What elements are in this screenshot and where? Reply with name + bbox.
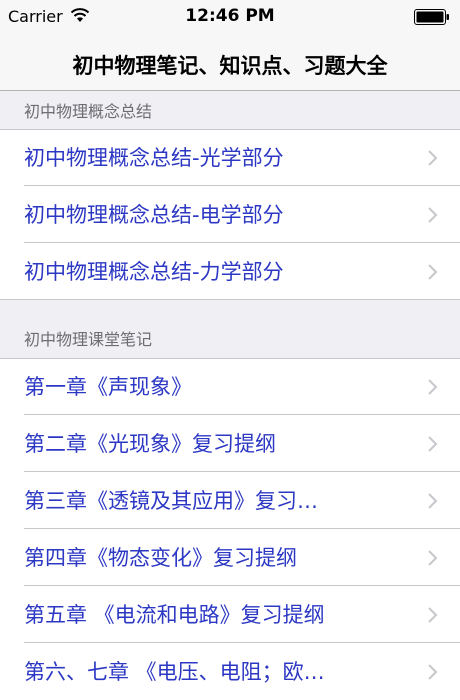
- chevron-right-icon: [428, 264, 438, 280]
- list-item[interactable]: 初中物理概念总结-电学部分: [0, 186, 460, 243]
- list-item[interactable]: 初中物理概念总结-力学部分: [0, 243, 460, 300]
- chevron-right-icon: [428, 493, 438, 509]
- list-item-label: 第五章 《电流和电路》复习提纲: [24, 603, 325, 627]
- chevron-right-icon: [428, 607, 438, 623]
- status-bar: Carrier 12:46 PM: [0, 0, 460, 40]
- section-header: 初中物理概念总结: [0, 91, 460, 129]
- chevron-right-icon: [428, 379, 438, 395]
- list-item-label: 第三章《透镜及其应用》复习…: [24, 489, 318, 513]
- list-item-label: 第一章《声现象》: [24, 375, 192, 399]
- list-item[interactable]: 第五章 《电流和电路》复习提纲: [0, 586, 460, 643]
- list-item[interactable]: 第一章《声现象》: [0, 358, 460, 415]
- divider: [0, 129, 460, 130]
- chevron-right-icon: [428, 436, 438, 452]
- section-header-label: 初中物理概念总结: [24, 102, 153, 121]
- list-item-label: 第四章《物态变化》复习提纲: [24, 546, 297, 570]
- list-item-label: 第二章《光现象》复习提纲: [24, 432, 276, 456]
- section-header: 初中物理课堂笔记: [0, 300, 460, 358]
- status-time: 12:46 PM: [185, 6, 275, 26]
- list-item-label: 初中物理概念总结-力学部分: [24, 260, 284, 284]
- list-item-label: 初中物理概念总结-电学部分: [24, 203, 284, 227]
- chevron-right-icon: [428, 664, 438, 680]
- list-item[interactable]: 第四章《物态变化》复习提纲: [0, 529, 460, 586]
- chevron-right-icon: [428, 150, 438, 166]
- list-item[interactable]: 第二章《光现象》复习提纲: [0, 415, 460, 472]
- section-header-label: 初中物理课堂笔记: [24, 330, 153, 349]
- list-item[interactable]: 初中物理概念总结-光学部分: [0, 129, 460, 186]
- list-item[interactable]: 第六、七章 《电压、电阻；欧…: [0, 643, 460, 700]
- list-item[interactable]: 第三章《透镜及其应用》复习…: [0, 472, 460, 529]
- navigation-bar: 初中物理笔记、知识点、习题大全: [0, 40, 460, 91]
- chevron-right-icon: [428, 207, 438, 223]
- list-item-label: 第六、七章 《电压、电阻；欧…: [24, 660, 325, 684]
- list-item-label: 初中物理概念总结-光学部分: [24, 146, 284, 170]
- chevron-right-icon: [428, 550, 438, 566]
- nav-title: 初中物理笔记、知识点、习题大全: [72, 54, 388, 78]
- battery-icon: [414, 9, 449, 25]
- divider: [0, 358, 460, 359]
